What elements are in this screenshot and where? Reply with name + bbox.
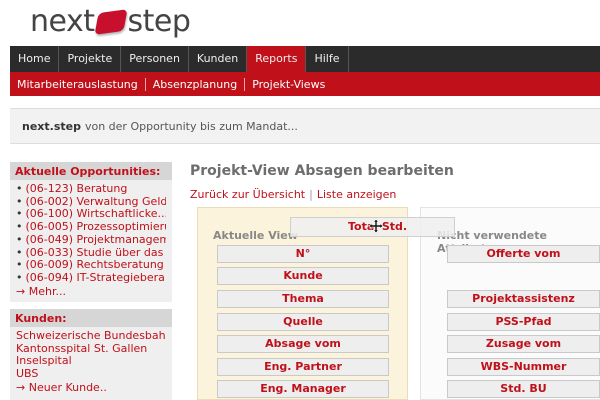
- subnav-item-projekt-views[interactable]: Projekt-Views: [245, 78, 332, 91]
- opportunity-label: (06-005) Prozessoptimierung: [25, 221, 167, 234]
- kunde-link[interactable]: Schweizerische Bundesbahnen: [16, 330, 166, 343]
- bullet: •: [16, 233, 23, 246]
- unused-attribute-item[interactable]: Offerte vom: [447, 245, 600, 263]
- opportunity-link[interactable]: • (06-002) Verwaltung Geld: [16, 196, 166, 209]
- slogan-bar: next.step von der Opportunity bis zum Ma…: [10, 108, 600, 144]
- opportunities-box: Aktuelle Opportunities: • (06-123) Beratu…: [10, 162, 172, 302]
- opportunity-link[interactable]: • (06-009) Rechtsberatung: [16, 259, 166, 272]
- page-title: Projekt-View Absagen bearbeiten: [190, 163, 454, 179]
- more-opportunities-link[interactable]: → Mehr...: [16, 285, 166, 298]
- unused-attribute-item[interactable]: PSS-Pfad: [447, 313, 600, 331]
- subnav-item-mitarbeiterauslastung[interactable]: Mitarbeiterauslastung: [10, 77, 146, 91]
- opportunity-label: (06-123) Beratung: [25, 183, 128, 195]
- attribute-item[interactable]: Eng. Manager: [217, 380, 389, 398]
- unused-attribute-item[interactable]: Projektassistenz: [447, 290, 600, 308]
- kunde-link[interactable]: Kantonsspital St. Gallen: [16, 343, 166, 356]
- subnav-item-absenzplanung[interactable]: Absenzplanung: [146, 77, 246, 91]
- attribute-item[interactable]: N°: [217, 245, 389, 263]
- attribute-item[interactable]: Thema: [217, 290, 389, 308]
- nav-item-hilfe[interactable]: Hilfe: [306, 46, 349, 72]
- current-view-label: Aktuelle View: [213, 229, 298, 242]
- logo-text-next: next: [30, 3, 95, 39]
- move-cursor-icon: [369, 219, 383, 233]
- nav-item-reports[interactable]: Reports: [247, 46, 307, 72]
- opportunity-label: (06-094) IT-Strategiebera...: [25, 271, 167, 284]
- kunde-link[interactable]: Inselspital: [16, 355, 166, 368]
- bullet: •: [16, 271, 23, 284]
- opportunity-label: (06-049) Projektmanagement: [25, 233, 167, 246]
- unused-attribute-item[interactable]: Std. BU: [447, 380, 600, 398]
- attribute-item[interactable]: Quelle: [217, 313, 389, 331]
- attribute-item[interactable]: Absage vom: [217, 335, 389, 353]
- opportunities-title: Aktuelle Opportunities:: [10, 162, 172, 180]
- link-separator: |: [309, 188, 313, 201]
- unused-attribute-item[interactable]: Zusage vom: [447, 335, 600, 353]
- show-list-link[interactable]: Liste anzeigen: [317, 188, 397, 201]
- kunde-link[interactable]: UBS: [16, 368, 166, 381]
- nav-item-home[interactable]: Home: [10, 46, 60, 72]
- kunden-box: Kunden: Schweizerische Bundesbahnen Kant…: [10, 309, 172, 400]
- opportunity-link[interactable]: •(06-005) Prozessoptimierung: [16, 221, 166, 234]
- bullet: •: [16, 259, 23, 272]
- nav-item-personen[interactable]: Personen: [121, 46, 189, 72]
- bullet: •: [16, 195, 23, 208]
- slogan-brand: next.step: [22, 119, 81, 133]
- opportunity-link[interactable]: • (06-094) IT-Strategiebera...: [16, 272, 166, 285]
- logo[interactable]: next step: [30, 2, 191, 40]
- nav-item-projekte[interactable]: Projekte: [59, 46, 122, 72]
- opportunity-link[interactable]: • (06-100) Wirtschaftlicke...: [16, 208, 166, 221]
- opportunity-link[interactable]: • (06-123) Beratung: [16, 183, 166, 196]
- kunden-title: Kunden:: [10, 309, 172, 327]
- main-navigation: Home Projekte Personen Kunden Reports Hi…: [10, 46, 600, 72]
- unused-attribute-item[interactable]: WBS-Nummer: [447, 358, 600, 376]
- attribute-item[interactable]: Kunde: [217, 267, 389, 285]
- opportunity-label: (06-100) Wirtschaftlicke...: [25, 208, 167, 221]
- opportunity-label: (06-009) Rechtsberatung: [25, 259, 164, 272]
- slogan-text: von der Opportunity bis zum Mandat...: [84, 119, 298, 133]
- opportunity-link[interactable]: • (06-033) Studie über das ...: [16, 247, 166, 260]
- opportunity-label: (06-002) Verwaltung Geld: [25, 195, 167, 208]
- logo-mark-icon: [94, 9, 128, 35]
- bullet: •: [16, 183, 23, 195]
- new-kunde-link[interactable]: → Neuer Kunde..: [16, 381, 166, 394]
- attribute-item[interactable]: Eng. Partner: [217, 358, 389, 376]
- bullet: •: [16, 246, 23, 259]
- nav-item-kunden[interactable]: Kunden: [189, 46, 248, 72]
- bullet: •: [16, 221, 23, 234]
- main-links: Zurück zur Übersicht | Liste anzeigen: [190, 188, 396, 201]
- back-to-overview-link[interactable]: Zurück zur Übersicht: [190, 188, 305, 201]
- bullet: •: [16, 208, 23, 221]
- sub-navigation: Mitarbeiterauslastung Absenzplanung Proj…: [10, 72, 600, 96]
- opportunity-label: (06-033) Studie über das ...: [25, 246, 167, 259]
- logo-text-step: step: [127, 3, 191, 39]
- opportunity-link[interactable]: •(06-049) Projektmanagement: [16, 234, 166, 247]
